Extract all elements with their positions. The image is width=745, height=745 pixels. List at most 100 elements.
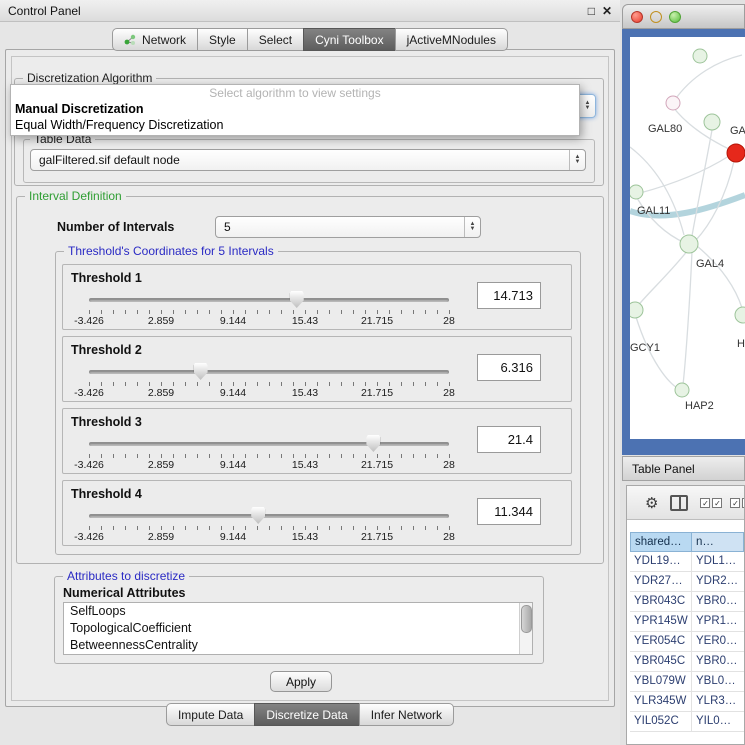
slider-track[interactable]: [89, 370, 449, 374]
thresholds-group: Threshold's Coordinates for 5 Intervals …: [55, 251, 581, 555]
table-cell[interactable]: YBR0…: [692, 652, 744, 672]
list-scrollbar[interactable]: [519, 603, 532, 654]
table-cell[interactable]: YER054C: [630, 632, 692, 652]
table-panel-titlebar: Table Panel: [622, 456, 745, 481]
close-icon[interactable]: ✕: [602, 4, 612, 18]
network-node[interactable]: [735, 307, 745, 323]
threshold-3-slider[interactable]: [89, 433, 449, 452]
network-window-titlebar[interactable]: [622, 4, 745, 29]
float-window-icon[interactable]: □: [588, 4, 595, 18]
algorithm-option-equal-width-frequency[interactable]: Equal Width/Frequency Discretization: [11, 117, 579, 133]
list-item-betweennesscentrality[interactable]: BetweennessCentrality: [64, 637, 532, 654]
tab-discretize-data[interactable]: Discretize Data: [254, 703, 359, 726]
slider-track[interactable]: [89, 514, 449, 518]
table-row[interactable]: YER054C YER0…: [630, 632, 744, 652]
table-cell[interactable]: YBR0…: [692, 592, 744, 612]
select-all-icon[interactable]: ✓ ✓: [700, 498, 722, 508]
threshold-2-value-field[interactable]: 6.316: [477, 354, 541, 381]
table-cell[interactable]: YDL1…: [692, 552, 744, 572]
table-cell[interactable]: YPR1…: [692, 612, 744, 632]
network-node[interactable]: [675, 383, 689, 397]
numerical-attributes-label: Numerical Attributes: [63, 586, 185, 600]
tab-cyni-toolbox[interactable]: Cyni Toolbox: [303, 28, 395, 51]
zoom-window-button[interactable]: [669, 11, 681, 23]
tab-infer-network[interactable]: Infer Network: [359, 703, 454, 726]
table-cell[interactable]: YIL0…: [692, 712, 744, 732]
table-cell[interactable]: YBR045C: [630, 652, 692, 672]
network-node[interactable]: [693, 49, 707, 63]
selected-network-node[interactable]: [727, 144, 745, 162]
combo-stepper-icon: ▲ ▼: [569, 150, 585, 170]
gear-icon[interactable]: ⚙: [645, 494, 658, 512]
network-node[interactable]: [666, 96, 680, 110]
tab-style[interactable]: Style: [197, 28, 248, 51]
network-node[interactable]: [680, 235, 698, 253]
table-row[interactable]: YPR145W YPR1…: [630, 612, 744, 632]
tab-impute-data-label: Impute Data: [178, 708, 243, 722]
table-row[interactable]: YBL079W YBL0…: [630, 672, 744, 692]
minimize-window-button[interactable]: [650, 11, 662, 23]
slider-thumb[interactable]: [290, 291, 304, 308]
scale-label: -3.426: [74, 459, 104, 471]
number-of-intervals-select[interactable]: 5 ▲ ▼: [215, 216, 481, 238]
top-tab-bar: Network Style Select Cyni Toolbox jActiv…: [0, 28, 620, 51]
table-row[interactable]: YDL19… YDL1…: [630, 552, 744, 572]
slider-scale-labels: -3.426 2.859 9.144 15.43 21.715 28: [63, 387, 571, 399]
slider-track[interactable]: [89, 442, 449, 446]
numerical-attributes-list[interactable]: SelfLoops TopologicalCoefficient Between…: [63, 602, 533, 655]
list-item-topologicalcoefficient[interactable]: TopologicalCoefficient: [64, 620, 532, 637]
table-cell[interactable]: YLR3…: [692, 692, 744, 712]
table-cell[interactable]: YBL079W: [630, 672, 692, 692]
slider-track[interactable]: [89, 298, 449, 302]
table-cell[interactable]: YPR145W: [630, 612, 692, 632]
table-row[interactable]: YBR043C YBR0…: [630, 592, 744, 612]
table-cell[interactable]: YBR043C: [630, 592, 692, 612]
network-canvas[interactable]: GAL80 GA GAL11 GAL4 GCY1 HAP2 H: [630, 37, 745, 439]
table-cell[interactable]: YLR345W: [630, 692, 692, 712]
threshold-4-slider[interactable]: [89, 505, 449, 524]
tab-impute-data[interactable]: Impute Data: [166, 703, 255, 726]
threshold-4-value-field[interactable]: 11.344: [477, 498, 541, 525]
list-item-selfloops[interactable]: SelfLoops: [64, 603, 532, 620]
table-cell[interactable]: YBL0…: [692, 672, 744, 692]
tab-jactivemnodules[interactable]: jActiveMNodules: [395, 28, 508, 51]
slider-thumb[interactable]: [366, 435, 380, 452]
column-header-name[interactable]: n…: [692, 532, 744, 552]
table-row[interactable]: YLR345W YLR3…: [630, 692, 744, 712]
scale-label: 21.715: [361, 531, 393, 543]
network-node[interactable]: [704, 114, 720, 130]
threshold-1-panel: Threshold 1 -3.426 2.859 9.144 15.43 21.…: [62, 264, 572, 330]
table-cell[interactable]: YDR27…: [630, 572, 692, 592]
table-row[interactable]: YDR27… YDR2…: [630, 572, 744, 592]
scale-label: 9.144: [220, 315, 246, 327]
slider-thumb[interactable]: [251, 507, 265, 524]
table-cell[interactable]: YIL052C: [630, 712, 692, 732]
table-cell[interactable]: YDL19…: [630, 552, 692, 572]
network-icon: [124, 34, 137, 46]
threshold-1-slider[interactable]: [89, 289, 449, 308]
apply-button[interactable]: Apply: [270, 671, 332, 692]
columns-icon[interactable]: [670, 495, 688, 511]
table-data-select[interactable]: galFiltered.sif default node ▲ ▼: [30, 149, 586, 171]
tab-network[interactable]: Network: [112, 28, 198, 51]
algorithm-option-manual-discretization[interactable]: Manual Discretization: [11, 101, 579, 117]
tab-select[interactable]: Select: [247, 28, 304, 51]
network-node[interactable]: [630, 302, 643, 318]
select-none-icon[interactable]: ✓ ✓: [730, 498, 745, 508]
table-row[interactable]: YIL052C YIL0…: [630, 712, 744, 732]
slider-ticks: [89, 454, 450, 458]
scale-label: 2.859: [148, 315, 174, 327]
table-cell[interactable]: YER0…: [692, 632, 744, 652]
scrollbar-thumb[interactable]: [521, 605, 532, 633]
threshold-1-value-field[interactable]: 14.713: [477, 282, 541, 309]
table-row[interactable]: YBR045C YBR0…: [630, 652, 744, 672]
slider-thumb[interactable]: [194, 363, 208, 380]
network-node[interactable]: [630, 185, 643, 199]
threshold-3-value-field[interactable]: 21.4: [477, 426, 541, 453]
column-header-shared-name[interactable]: shared…: [630, 532, 692, 552]
close-window-button[interactable]: [631, 11, 643, 23]
slider-scale-labels: -3.426 2.859 9.144 15.43 21.715 28: [63, 531, 571, 543]
threshold-2-slider[interactable]: [89, 361, 449, 380]
checkbox-icon: ✓: [712, 498, 722, 508]
table-cell[interactable]: YDR2…: [692, 572, 744, 592]
